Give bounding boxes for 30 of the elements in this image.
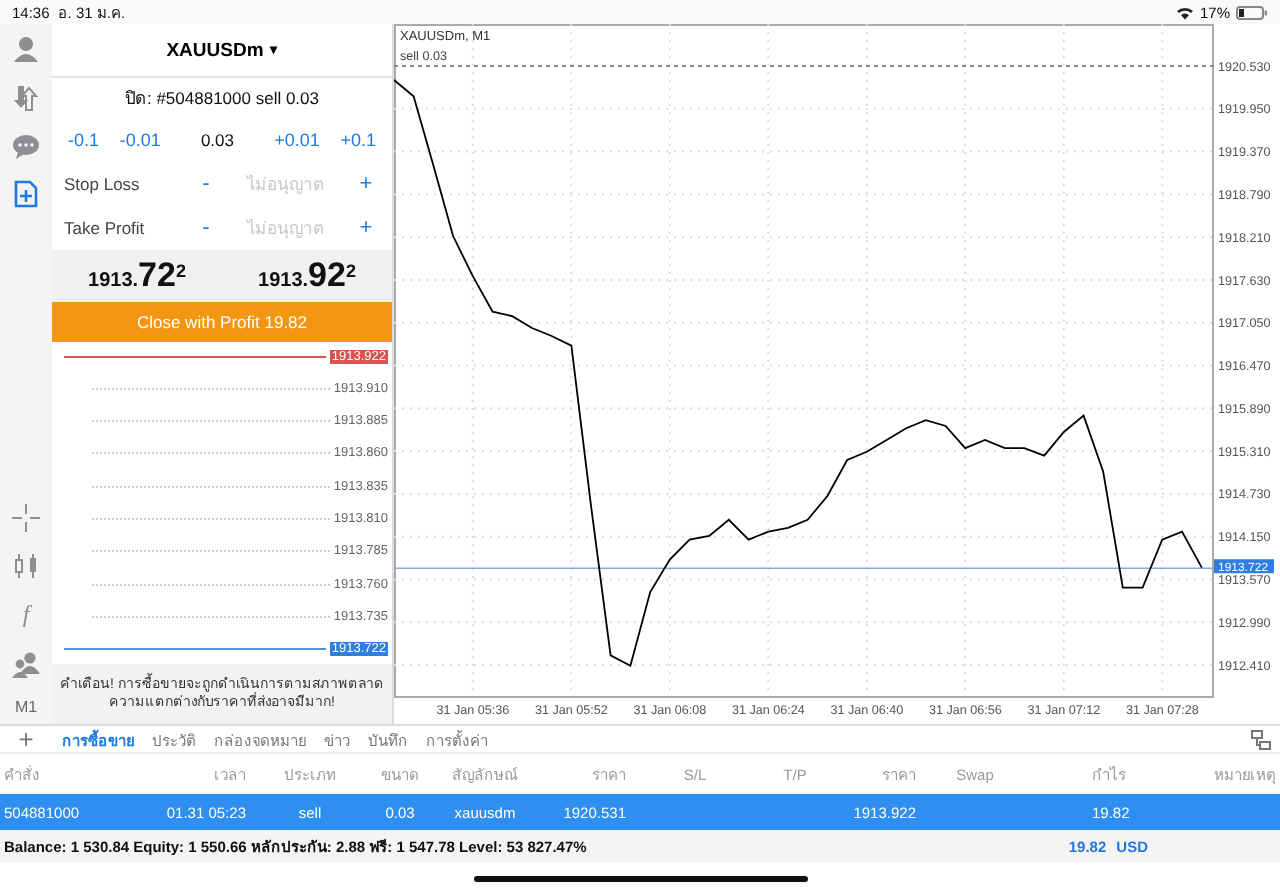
crosshair-icon[interactable] bbox=[12, 504, 40, 532]
increase-button[interactable]: + bbox=[348, 216, 384, 240]
timeframe-label[interactable]: M1 bbox=[14, 698, 38, 716]
volume-value: 0.03 bbox=[198, 130, 236, 150]
candlestick-icon[interactable] bbox=[12, 552, 40, 580]
swap-arrows-icon[interactable] bbox=[12, 84, 40, 112]
order-title: ปิด: #504881000 sell 0.03 bbox=[124, 86, 320, 112]
volume-step-button[interactable]: -0.01 bbox=[115, 130, 165, 150]
wifi-icon bbox=[1175, 5, 1194, 19]
decrease-button[interactable]: - bbox=[188, 172, 224, 196]
volume-step-button[interactable]: +0.1 bbox=[336, 130, 380, 150]
increase-button[interactable]: + bbox=[348, 172, 384, 196]
volume-step-button[interactable]: +0.01 bbox=[270, 130, 324, 150]
volume-step-button[interactable]: -0.1 bbox=[64, 130, 104, 150]
level-field[interactable]: ไม่อนุญาต bbox=[224, 216, 348, 240]
chat-icon[interactable] bbox=[12, 132, 40, 160]
level-field[interactable]: ไม่อนุญาต bbox=[224, 172, 348, 196]
ask-price: 1913.92$^{2}$ bbox=[258, 256, 356, 296]
people-icon[interactable] bbox=[12, 650, 40, 678]
decrease-button[interactable]: - bbox=[188, 216, 224, 240]
layout-icon[interactable] bbox=[1250, 729, 1272, 749]
new-document-icon[interactable] bbox=[12, 180, 40, 208]
close-order-button[interactable]: Close with Profit 19.82 bbox=[52, 302, 392, 342]
person-icon[interactable] bbox=[12, 36, 40, 64]
add-button[interactable]: + bbox=[8, 726, 44, 752]
level-label: Take Profit bbox=[64, 218, 147, 238]
function-glyph[interactable]: f bbox=[22, 600, 30, 630]
level-label: Stop Loss bbox=[64, 174, 142, 194]
bid-price: 1913.72$^{2}$ bbox=[88, 256, 186, 296]
battery-icon bbox=[1236, 5, 1268, 19]
